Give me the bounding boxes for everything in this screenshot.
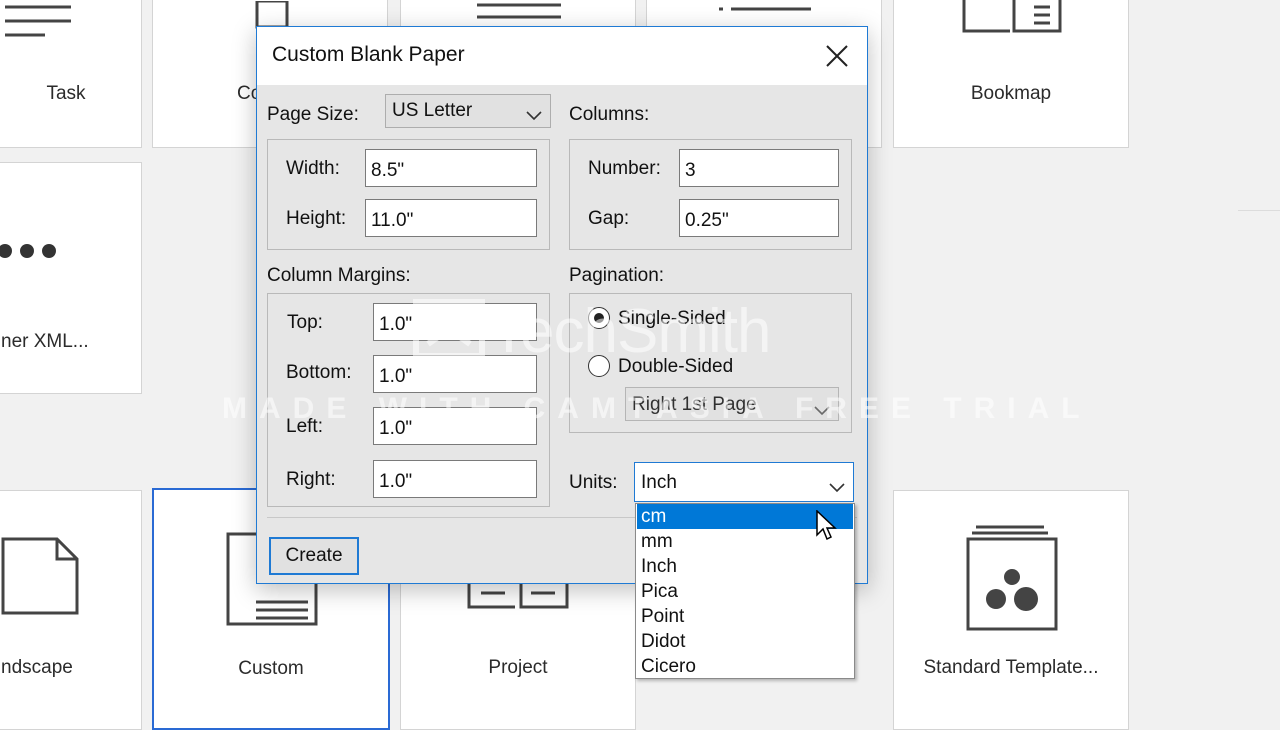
chevron-down-icon <box>829 477 845 499</box>
number-label: Number: <box>588 158 661 179</box>
tile-label: ndscape <box>1 657 73 678</box>
mouse-pointer-icon <box>815 509 839 547</box>
dialog-titlebar: Custom Blank Paper <box>257 27 867 85</box>
techsmith-logo-icon <box>412 296 486 367</box>
width-label: Width: <box>286 158 340 179</box>
margin-top-label: Top: <box>287 312 323 333</box>
lines-icon <box>477 1 567 26</box>
columns-gap-field[interactable] <box>679 199 839 237</box>
template-stack-icon <box>964 523 1064 638</box>
units-label: Units: <box>569 472 618 493</box>
template-tile-landscape[interactable]: ndscape <box>0 490 142 730</box>
template-tile-bookmap[interactable]: Bookmap <box>893 0 1129 148</box>
units-option-didot[interactable]: Didot <box>637 629 853 654</box>
watermark-text: MADE WITH CAMTASIA FREE TRIAL <box>222 392 1092 425</box>
margin-right-label: Right: <box>286 469 336 490</box>
units-option-inch[interactable]: Inch <box>637 554 853 579</box>
margin-right-field[interactable] <box>373 460 537 498</box>
page-size-select[interactable]: US Letter <box>385 94 551 128</box>
tile-label: ner XML... <box>1 331 89 352</box>
tile-label: Custom <box>238 658 304 679</box>
template-tile-task[interactable]: Task <box>0 0 142 148</box>
tile-label: Task <box>46 83 86 104</box>
margin-bottom-label: Bottom: <box>286 362 352 383</box>
chevron-down-icon <box>526 105 542 127</box>
columns-number-field[interactable] <box>679 149 839 187</box>
page-size-value: US Letter <box>392 100 473 121</box>
units-value: Inch <box>641 472 677 493</box>
dialog-title: Custom Blank Paper <box>272 43 465 66</box>
height-field[interactable] <box>365 199 537 237</box>
more-icon <box>0 241 61 266</box>
tile-label: Bookmap <box>970 83 1052 104</box>
width-field[interactable] <box>365 149 537 187</box>
document-icon <box>1 537 81 622</box>
watermark-brand: TechSmith <box>490 297 771 366</box>
units-option-point[interactable]: Point <box>637 604 853 629</box>
units-option-cicero[interactable]: Cicero <box>637 654 853 679</box>
units-select[interactable]: Inch <box>634 462 854 502</box>
height-label: Height: <box>286 208 347 229</box>
column-margins-label: Column Margins: <box>267 265 411 286</box>
template-tile-other-xml[interactable]: ner XML... <box>0 162 142 394</box>
tile-label: Standard Template... <box>923 657 1099 678</box>
page-size-label: Page Size: <box>267 104 359 125</box>
columns-label: Columns: <box>569 104 650 125</box>
book-icon <box>465 583 575 618</box>
book-icon <box>960 0 1070 44</box>
template-tile-standard[interactable]: Standard Template... <box>893 490 1129 730</box>
lines-icon <box>5 1 75 46</box>
pagination-label: Pagination: <box>569 265 665 286</box>
close-icon <box>826 45 848 67</box>
close-button[interactable] <box>817 36 857 76</box>
gap-label: Gap: <box>588 208 630 229</box>
units-option-pica[interactable]: Pica <box>637 579 853 604</box>
tile-label: Project <box>488 657 548 678</box>
create-button[interactable]: Create <box>269 537 359 575</box>
divider <box>1238 210 1280 211</box>
